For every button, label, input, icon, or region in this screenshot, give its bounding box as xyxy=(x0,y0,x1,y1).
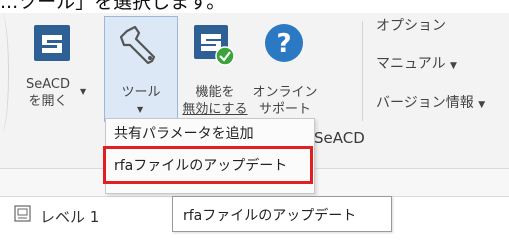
level-tab[interactable]: レベル 1 xyxy=(40,206,99,227)
seacd-open-button[interactable]: SeACD を開く ▼ xyxy=(14,17,90,121)
tool-label: ツール xyxy=(121,85,161,100)
seacd-logo-icon xyxy=(34,25,70,61)
annotation-highlight-box xyxy=(103,146,313,184)
dropdown-item-add-shared-params[interactable]: 共有パラメータを追加 xyxy=(114,123,254,143)
svg-text:?: ? xyxy=(276,29,291,59)
ribbon-group-label: SeACD xyxy=(314,129,365,147)
seacd-open-label-2: を開く xyxy=(28,94,68,109)
help-icon: ? xyxy=(265,24,303,62)
online-support-button[interactable]: ? オンライン サポート xyxy=(250,17,318,121)
group-separator xyxy=(362,21,363,121)
seacd-open-label-1: SeACD xyxy=(25,77,70,92)
tooltip-text: rfaファイルのアップデート xyxy=(183,208,357,224)
online-label-2: サポート xyxy=(258,102,311,117)
ribbon-edge xyxy=(0,13,9,133)
chevron-down-icon: ▼ xyxy=(450,61,457,71)
version-info-menu-item[interactable]: バージョン情報 ▼ xyxy=(376,92,485,112)
options-menu-item[interactable]: オプション xyxy=(376,15,446,35)
tooltip: rfaファイルのアップデート xyxy=(172,196,392,232)
seacd-check-icon xyxy=(194,25,235,66)
tool-button[interactable]: ツール ▼ xyxy=(104,16,178,122)
disable-label-2: 無効にする xyxy=(182,102,248,117)
chevron-down-icon: ▼ xyxy=(137,105,144,114)
manual-label: マニュアル xyxy=(376,56,446,72)
disable-function-button[interactable]: 機能を 無効にする xyxy=(178,17,248,121)
wrench-icon xyxy=(119,25,156,65)
chevron-down-icon: ▼ xyxy=(80,87,87,96)
chevron-down-icon: ▼ xyxy=(478,100,486,110)
manual-menu-item[interactable]: マニュアル ▼ xyxy=(376,53,457,73)
online-label-1: オンライン xyxy=(252,85,318,100)
version-label: バージョン情報 xyxy=(376,95,474,111)
level-view-icon xyxy=(14,205,31,222)
disable-label-1: 機能を xyxy=(195,85,235,100)
instruction-caption: ...ツール」を選択します。 xyxy=(0,0,226,13)
